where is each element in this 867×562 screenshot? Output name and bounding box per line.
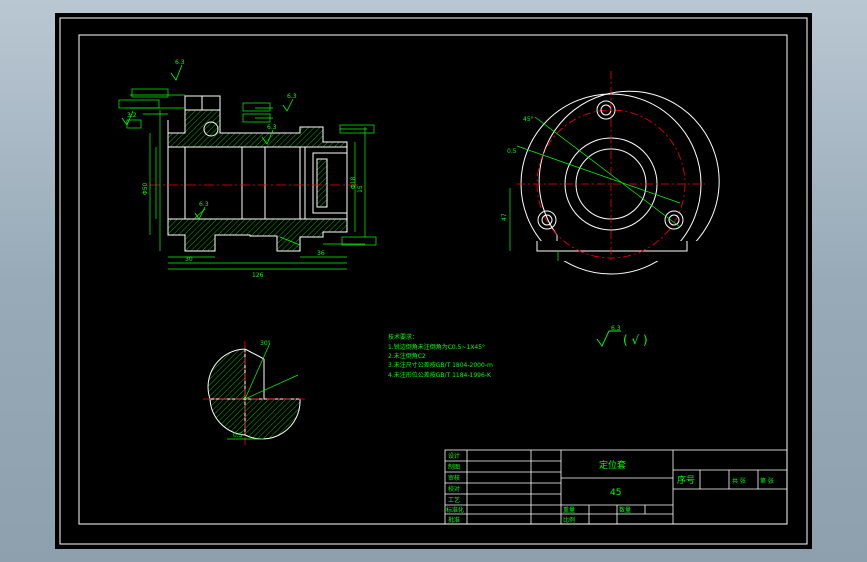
cross-section-view: 30° 0.5	[203, 340, 305, 445]
general-roughness-paren: ( √ )	[623, 333, 648, 347]
dim-flange-angle: 45°	[523, 116, 534, 123]
title-block: 设计 制图 审核 校对 工艺 标准化 批准 重量 比例 数量 共 张 第 张 定…	[444, 449, 788, 525]
tb-cell-1: 共 张	[732, 477, 746, 485]
tb-row-2: 制图	[448, 463, 460, 471]
dim-right-1: 15	[357, 185, 364, 193]
roughness-label-3: 6.3	[267, 124, 277, 131]
roughness-label-2: 3.2	[127, 112, 137, 119]
general-roughness: 6.3 ( √ )	[596, 325, 648, 347]
cad-viewport[interactable]: 6.3 3.2 6.3 6.3 6.3 Φ50 30 36 126 Φ18 15	[0, 0, 867, 562]
dim-len-1: 30	[185, 256, 193, 263]
dim-len-2: 36	[317, 250, 325, 257]
dim-section-1: 0.5	[507, 148, 517, 155]
tb-scale-label: 比例	[563, 516, 575, 524]
dim-section-angle: 30°	[260, 340, 271, 347]
note-line-1: 1.锐边倒角未注倒角为C0.5~1X45°	[388, 343, 485, 351]
tb-serial-label: 序号	[677, 474, 695, 486]
tb-material: 45	[610, 488, 621, 498]
notes-title: 技术要求：	[388, 333, 418, 341]
tb-cell-2: 第 张	[760, 477, 774, 485]
note-line-3: 3.未注尺寸公差按GB/T 1804-2000-m	[388, 361, 493, 369]
drawing-canvas: 6.3 3.2 6.3 6.3 6.3 Φ50 30 36 126 Φ18 15	[59, 17, 808, 545]
tb-row-7: 批准	[448, 516, 460, 524]
roughness-label-4: 6.3	[199, 201, 209, 208]
tb-weight-label: 重量	[563, 506, 575, 514]
tb-row-6: 标准化	[446, 506, 464, 514]
dim-section-2: 47	[501, 213, 508, 221]
tb-row-3: 审核	[448, 474, 460, 482]
tb-part-name: 定位套	[599, 459, 626, 471]
dim-bore: Φ18	[350, 176, 357, 189]
drawing-sheet: 6.3 3.2 6.3 6.3 6.3 Φ50 30 36 126 Φ18 15	[55, 13, 812, 549]
tb-row-4: 校对	[448, 485, 460, 493]
dim-phi-left: Φ50	[142, 182, 149, 195]
tb-row-5: 工艺	[448, 496, 460, 504]
roughness-label-5: 6.3	[287, 93, 297, 100]
dim-section-small: 0.5	[233, 432, 243, 439]
main-section-view: 6.3 3.2 6.3 6.3 6.3 Φ50 30 36 126 Φ18 15	[118, 59, 377, 279]
tb-sheet-label: 数量	[619, 506, 631, 514]
general-roughness-value: 6.3	[611, 325, 621, 332]
technical-notes: 技术要求： 1.锐边倒角未注倒角为C0.5~1X45° 2.未注倒角C2 3.未…	[388, 333, 493, 379]
end-view: 45° 0.5 47	[501, 71, 725, 275]
roughness-label-1: 6.3	[175, 59, 185, 66]
note-line-2: 2.未注倒角C2	[388, 352, 426, 360]
note-line-4: 4.未注形位公差按GB/T 1184-1996-K	[388, 371, 492, 379]
dim-total: 126	[252, 272, 264, 279]
outer-border	[59, 17, 808, 545]
tb-row-1: 设计	[448, 452, 460, 460]
